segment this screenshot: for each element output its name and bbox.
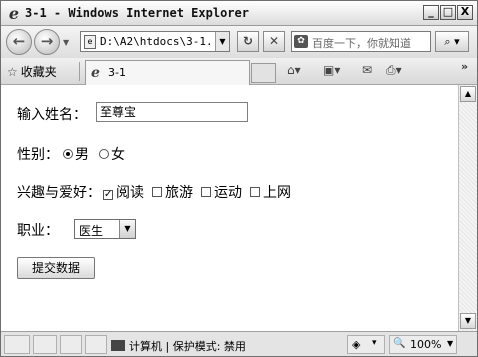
gender-male-radio[interactable] xyxy=(63,149,73,159)
refresh-icon: ↻ xyxy=(242,34,254,48)
hobby-sports-label: 运动 xyxy=(214,185,242,201)
more-commands-chevron-icon[interactable]: » xyxy=(461,60,468,73)
job-label: 职业： xyxy=(17,223,59,239)
mail-button[interactable]: ✉ xyxy=(362,63,372,77)
name-label: 输入姓名： xyxy=(17,107,87,123)
status-pane xyxy=(4,335,30,354)
baidu-logo-icon: ✿ xyxy=(294,35,308,48)
submit-button[interactable]: 提交数据 xyxy=(17,257,95,279)
browser-window: e 3-1 - Windows Internet Explorer _ □ X … xyxy=(0,0,478,357)
globe-icon: ◈ xyxy=(352,338,361,351)
vertical-scrollbar[interactable]: ▲ ▼ xyxy=(458,85,477,331)
feeds-button[interactable]: ▣▾ xyxy=(323,63,340,77)
window-title: 3-1 - Windows Internet Explorer xyxy=(25,6,249,20)
tab-title: 3-1 xyxy=(108,66,126,79)
page-icon: e xyxy=(84,35,96,49)
gender-male-label: 男 xyxy=(75,147,89,163)
hobby-reading-label: 阅读 xyxy=(116,185,144,201)
tab-current[interactable]: e 3-1 xyxy=(85,60,250,85)
address-input[interactable]: D:\A2\htdocs\3-1.h xyxy=(100,35,210,48)
favorites-button[interactable]: ☆ 收藏夹 xyxy=(7,63,57,80)
hobby-travel-checkbox[interactable] xyxy=(152,187,162,197)
hobby-label: 兴趣与爱好： xyxy=(17,185,101,201)
new-tab-button[interactable] xyxy=(251,63,276,83)
favorites-label: 收藏夹 xyxy=(20,65,57,79)
ie-logo-icon: e xyxy=(8,4,20,23)
forward-button[interactable]: → xyxy=(34,29,60,55)
search-input[interactable]: 百度一下，你就知道 xyxy=(312,35,430,51)
address-toolbar: ← → ▼ e D:\A2\htdocs\3-1.h ▼ ↻ ✕ ✿ 百度一下，… xyxy=(1,26,477,58)
address-bar[interactable]: e D:\A2\htdocs\3-1.h ▼ xyxy=(80,31,230,52)
forward-arrow-icon: → xyxy=(40,32,54,50)
name-input[interactable]: 至尊宝 xyxy=(96,102,248,122)
gender-female-radio[interactable] xyxy=(99,149,109,159)
hobby-internet-label: 上网 xyxy=(263,185,291,201)
job-select[interactable]: 医生 ▼ xyxy=(74,219,136,239)
print-button[interactable]: ⎙▾ xyxy=(386,63,402,78)
hobby-internet-checkbox[interactable] xyxy=(250,187,260,197)
hobby-reading-checkbox[interactable]: ✓ xyxy=(103,190,113,200)
star-icon: ☆ xyxy=(7,65,18,79)
zoom-dropdown-icon: ▼ xyxy=(447,339,454,348)
toolbar-divider xyxy=(79,62,80,81)
security-dropdown-icon: ▾ xyxy=(372,338,377,348)
scroll-up-icon[interactable]: ▲ xyxy=(460,86,476,102)
zoom-control[interactable]: 🔍 100% ▼ xyxy=(389,335,457,354)
home-button[interactable]: ⌂▾ xyxy=(287,63,301,77)
minimize-button[interactable]: _ xyxy=(423,5,439,20)
maximize-button[interactable]: □ xyxy=(440,5,456,20)
search-box[interactable]: ✿ 百度一下，你就知道 xyxy=(291,31,431,52)
status-pane xyxy=(60,335,82,354)
stop-icon: ✕ xyxy=(268,34,280,48)
back-arrow-icon: ← xyxy=(12,32,26,50)
gender-row: 性别： 男 女 xyxy=(17,144,125,164)
zone-text: 计算机 | 保护模式: 禁用 xyxy=(129,340,246,353)
title-bar: e 3-1 - Windows Internet Explorer _ □ X xyxy=(1,1,477,26)
job-select-value: 医生 xyxy=(79,224,104,238)
status-pane xyxy=(85,335,107,354)
tab-toolbar: ☆ 收藏夹 e 3-1 ⌂▾ ▣▾ ✉ ⎙▾ » xyxy=(1,58,477,85)
back-button[interactable]: ← xyxy=(6,29,32,55)
zoom-icon: 🔍 xyxy=(393,338,406,349)
hobby-sports-checkbox[interactable] xyxy=(201,187,211,197)
address-dropdown-icon[interactable]: ▼ xyxy=(215,32,229,51)
page-content: 输入姓名： 至尊宝 性别： 男 女 兴趣与爱好： ✓ 阅读 旅游 运动 上网 职业： 医生 ▼… xyxy=(1,85,458,331)
ie-page-icon: e xyxy=(91,65,100,81)
zoom-level: 100% xyxy=(410,338,442,351)
security-status-button[interactable]: ◈ ▾ xyxy=(347,335,385,354)
refresh-button[interactable]: ↻ xyxy=(237,31,259,52)
stop-button[interactable]: ✕ xyxy=(263,31,285,52)
hobby-travel-label: 旅游 xyxy=(165,185,193,201)
hobby-row: 兴趣与爱好： ✓ 阅读 旅游 运动 上网 xyxy=(17,182,291,202)
scroll-down-icon[interactable]: ▼ xyxy=(460,313,476,329)
gender-label: 性别： xyxy=(17,147,59,163)
computer-icon xyxy=(111,340,125,351)
security-zone[interactable]: 计算机 | 保护模式: 禁用 xyxy=(111,338,246,354)
close-button[interactable]: X xyxy=(457,5,473,20)
history-dropdown-icon[interactable]: ▼ xyxy=(63,38,69,47)
status-pane xyxy=(33,335,57,354)
search-button[interactable]: ⌕ ▾ xyxy=(435,31,469,52)
gender-female-label: 女 xyxy=(111,147,125,163)
status-bar: 计算机 | 保护模式: 禁用 ◈ ▾ 🔍 100% ▼ xyxy=(1,331,477,356)
select-arrow-icon[interactable]: ▼ xyxy=(119,220,135,238)
